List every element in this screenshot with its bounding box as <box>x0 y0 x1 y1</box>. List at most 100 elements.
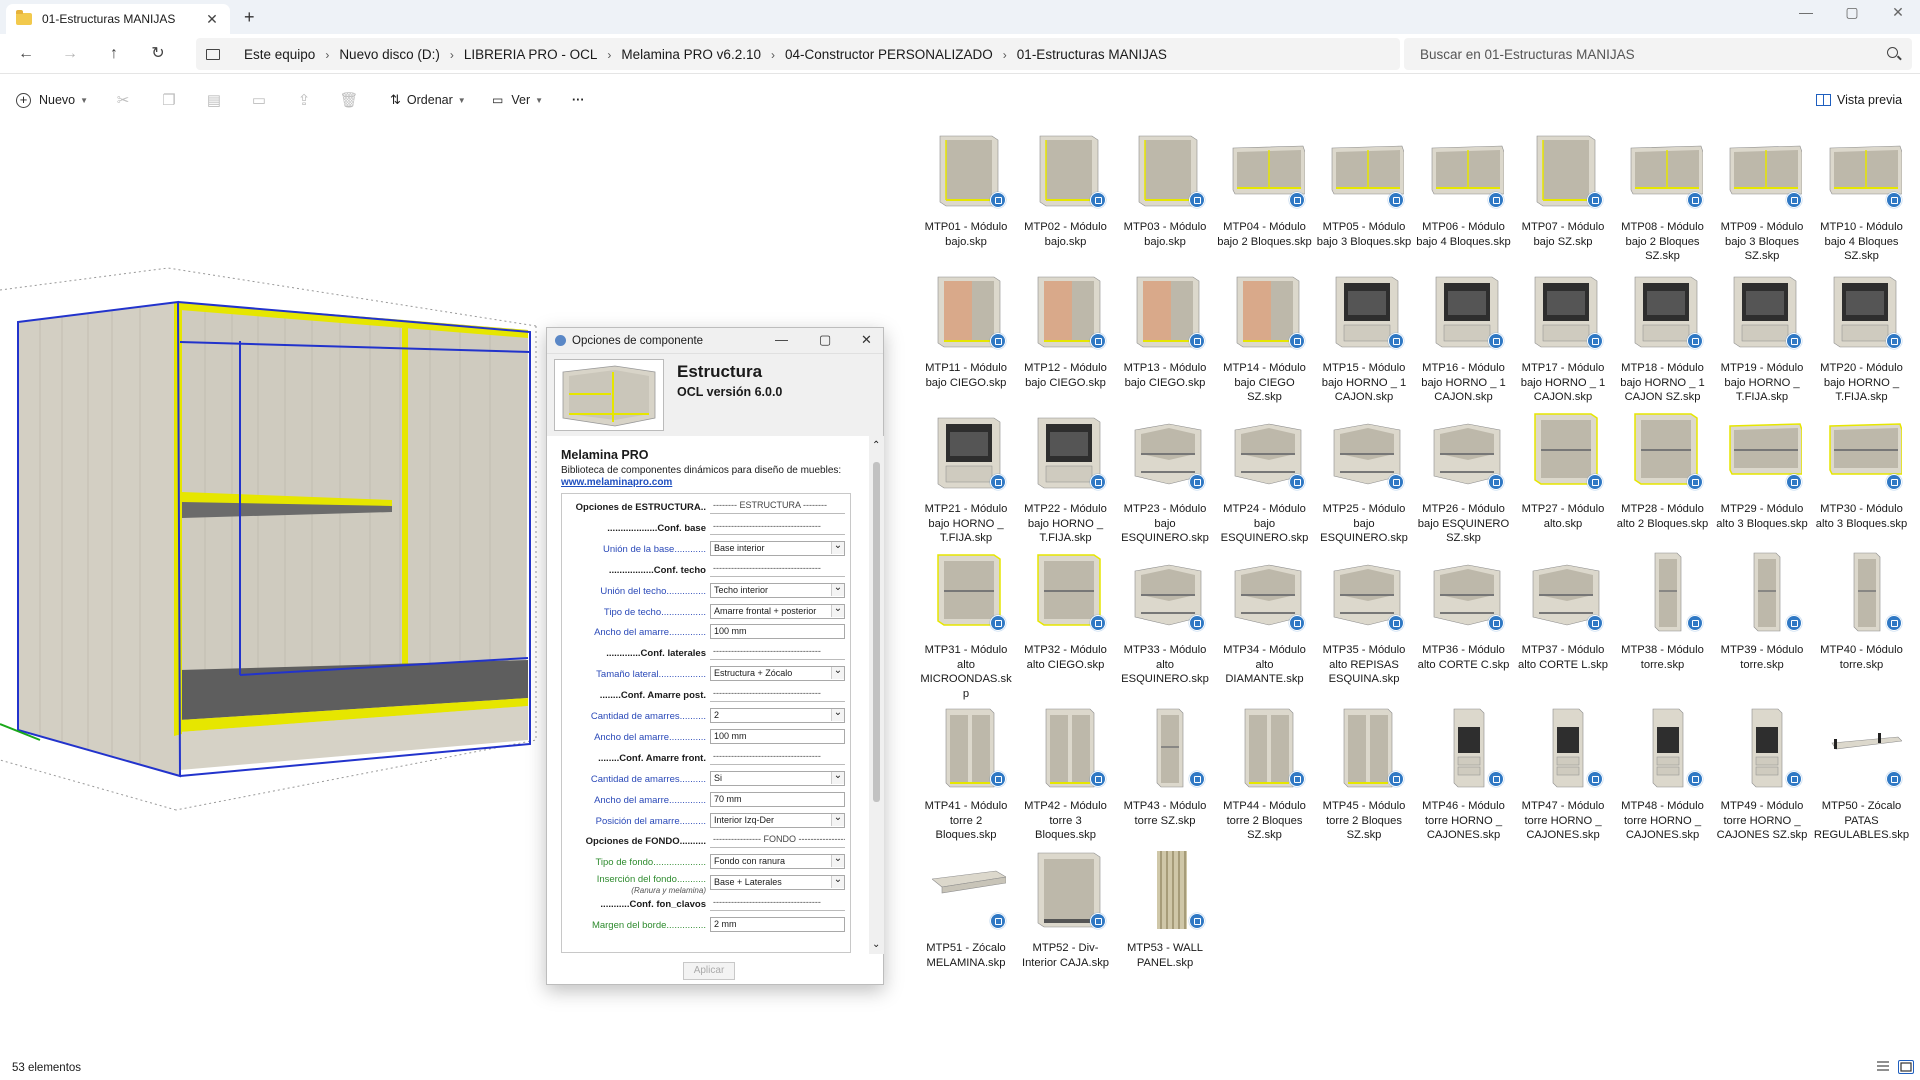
copy-icon[interactable]: ❐ <box>156 82 182 118</box>
file-item[interactable]: MTP38 - Módulo torre.skp <box>1615 549 1711 685</box>
file-item[interactable]: MTP21 - Módulo bajo HORNO _ T.FIJA.skp <box>918 408 1014 544</box>
dialog-minimize-button[interactable]: — <box>775 332 788 347</box>
search-input[interactable]: Buscar en 01-Estructuras MANIJAS <box>1404 38 1912 70</box>
file-item[interactable]: MTP19 - Módulo bajo HORNO _ T.FIJA.skp <box>1714 267 1810 403</box>
file-item[interactable]: MTP31 - Módulo alto MICROONDAS.skp <box>918 549 1014 700</box>
option-input[interactable]: 70 mm <box>710 791 845 807</box>
option-dropdown[interactable]: Fondo con ranura <box>710 854 845 870</box>
breadcrumb-separator-icon[interactable]: › <box>325 48 329 62</box>
file-item[interactable]: MTP35 - Módulo alto REPISAS ESQUINA.skp <box>1316 549 1412 685</box>
address-bar[interactable]: Este equipo › Nuevo disco (D:) › LIBRERIA PR… <box>196 38 1400 70</box>
file-item[interactable]: MTP20 - Módulo bajo HORNO _ T.FIJA.skp <box>1814 267 1910 403</box>
scroll-up-icon[interactable]: ⌃ <box>872 440 880 451</box>
file-item[interactable]: MTP34 - Módulo alto DIAMANTE.skp <box>1217 549 1313 685</box>
file-item[interactable]: MTP04 - Módulo bajo 2 Bloques.skp <box>1217 126 1313 262</box>
file-item[interactable]: MTP22 - Módulo bajo HORNO _ T.FIJA.skp <box>1018 408 1114 544</box>
dialog-maximize-button[interactable]: ▢ <box>819 332 831 348</box>
breadcrumb-item[interactable]: Este equipo <box>244 47 315 62</box>
file-item[interactable]: MTP09 - Módulo bajo 3 Bloques SZ.skp <box>1714 126 1810 262</box>
dialog-close-button[interactable]: ✕ <box>861 332 872 348</box>
up-arrow-icon[interactable]: ↑ <box>100 42 128 66</box>
file-item[interactable]: MTP12 - Módulo bajo CIEGO.skp <box>1018 267 1114 403</box>
file-item[interactable]: MTP01 - Módulo bajo.skp <box>918 126 1014 262</box>
back-arrow-icon[interactable]: ← <box>12 42 40 66</box>
file-item[interactable]: MTP08 - Módulo bajo 2 Bloques SZ.skp <box>1615 126 1711 262</box>
close-window-button[interactable]: ✕ <box>1878 4 1918 21</box>
file-item[interactable]: MTP53 - WALL PANEL.skp <box>1117 847 1213 983</box>
close-tab-icon[interactable]: ✕ <box>204 11 220 28</box>
sort-button[interactable]: ⇅ Ordenar ▼ <box>390 82 466 118</box>
breadcrumb-separator-icon[interactable]: › <box>1003 48 1007 62</box>
breadcrumb-item[interactable]: Melamina PRO v6.2.10 <box>621 47 761 62</box>
file-item[interactable]: MTP28 - Módulo alto 2 Bloques.skp <box>1615 408 1711 544</box>
file-item[interactable]: MTP02 - Módulo bajo.skp <box>1018 126 1114 262</box>
breadcrumb-separator-icon[interactable]: › <box>771 48 775 62</box>
file-item[interactable]: MTP30 - Módulo alto 3 Bloques.skp <box>1814 408 1910 544</box>
breadcrumb-item[interactable]: LIBRERIA PRO - OCL <box>464 47 598 62</box>
file-item[interactable]: MTP46 - Módulo torre HORNO _ CAJONES.skp <box>1416 705 1512 841</box>
scroll-down-icon[interactable]: ⌄ <box>872 939 880 950</box>
breadcrumb-item[interactable]: Nuevo disco (D:) <box>339 47 440 62</box>
folder-tab[interactable]: 01-Estructuras MANIJAS ✕ <box>6 4 230 34</box>
option-dropdown[interactable]: Base + Laterales <box>710 875 845 891</box>
option-input[interactable]: 100 mm <box>710 624 845 640</box>
file-item[interactable]: MTP47 - Módulo torre HORNO _ CAJONES.skp <box>1515 705 1611 841</box>
file-item[interactable]: MTP14 - Módulo bajo CIEGO SZ.skp <box>1217 267 1313 403</box>
file-item[interactable]: MTP41 - Módulo torre 2 Bloques.skp <box>918 705 1014 841</box>
file-item[interactable]: MTP26 - Módulo bajo ESQUINERO SZ.skp <box>1416 408 1512 544</box>
file-item[interactable]: MTP43 - Módulo torre SZ.skp <box>1117 705 1213 841</box>
file-item[interactable]: MTP48 - Módulo torre HORNO _ CAJONES.skp <box>1615 705 1711 841</box>
file-item[interactable]: MTP52 - Div-Interior CAJA.skp <box>1018 847 1114 983</box>
file-item[interactable]: MTP42 - Módulo torre 3 Bloques.skp <box>1018 705 1114 841</box>
file-item[interactable]: MTP39 - Módulo torre.skp <box>1714 549 1810 685</box>
rename-icon[interactable]: ▭ <box>246 82 272 118</box>
file-item[interactable]: MTP10 - Módulo bajo 4 Bloques SZ.skp <box>1814 126 1910 262</box>
breadcrumb-separator-icon[interactable]: › <box>450 48 454 62</box>
paste-icon[interactable]: ▤ <box>201 82 227 118</box>
option-dropdown[interactable]: Si <box>710 770 845 786</box>
options-scrollbar[interactable]: ⌃ ⌄ <box>869 436 884 954</box>
option-dropdown[interactable]: Estructura + Zócalo <box>710 666 845 682</box>
minimize-button[interactable]: — <box>1786 4 1826 20</box>
cut-icon[interactable]: ✂ <box>110 82 136 118</box>
file-item[interactable]: MTP11 - Módulo bajo CIEGO.skp <box>918 267 1014 403</box>
file-item[interactable]: MTP15 - Módulo bajo HORNO _ 1 CAJON.skp <box>1316 267 1412 403</box>
apply-button[interactable]: Aplicar <box>683 962 735 980</box>
file-item[interactable]: MTP37 - Módulo alto CORTE L.skp <box>1515 549 1611 685</box>
option-input[interactable]: 100 mm <box>710 728 845 744</box>
maximize-button[interactable]: ▢ <box>1832 4 1872 21</box>
file-item[interactable]: MTP17 - Módulo bajo HORNO _ 1 CAJON.skp <box>1515 267 1611 403</box>
option-dropdown[interactable]: Techo interior <box>710 582 845 598</box>
file-item[interactable]: MTP32 - Módulo alto CIEGO.skp <box>1018 549 1114 685</box>
preview-pane-button[interactable]: Vista previa <box>1816 82 1902 118</box>
new-button[interactable]: + Nuevo ▼ <box>16 82 88 118</box>
view-button[interactable]: ▭ Ver ▼ <box>492 82 543 118</box>
large-icons-view-icon[interactable] <box>1898 1060 1914 1074</box>
new-tab-button[interactable]: + <box>244 7 255 28</box>
forward-arrow-icon[interactable]: → <box>56 42 84 66</box>
file-item[interactable]: MTP33 - Módulo alto ESQUINERO.skp <box>1117 549 1213 685</box>
website-link[interactable]: www.melaminapro.com <box>561 477 672 488</box>
option-input[interactable]: 2 mm <box>710 917 845 932</box>
file-item[interactable]: MTP05 - Módulo bajo 3 Bloques.skp <box>1316 126 1412 262</box>
share-icon[interactable]: ⇪ <box>291 82 317 118</box>
file-item[interactable]: MTP27 - Módulo alto.skp <box>1515 408 1611 544</box>
file-item[interactable]: MTP06 - Módulo bajo 4 Bloques.skp <box>1416 126 1512 262</box>
breadcrumb-item[interactable]: 01-Estructuras MANIJAS <box>1017 47 1167 62</box>
file-item[interactable]: MTP50 - Zócalo PATAS REGULABLES.skp <box>1814 705 1910 841</box>
file-item[interactable]: MTP07 - Módulo bajo SZ.skp <box>1515 126 1611 262</box>
file-item[interactable]: MTP16 - Módulo bajo HORNO _ 1 CAJON.skp <box>1416 267 1512 403</box>
file-item[interactable]: MTP45 - Módulo torre 2 Bloques SZ.skp <box>1316 705 1412 841</box>
file-item[interactable]: MTP51 - Zócalo MELAMINA.skp <box>918 847 1014 983</box>
breadcrumb-item[interactable]: 04-Constructor PERSONALIZADO <box>785 47 993 62</box>
file-item[interactable]: MTP13 - Módulo bajo CIEGO.skp <box>1117 267 1213 403</box>
file-item[interactable]: MTP44 - Módulo torre 2 Bloques SZ.skp <box>1217 705 1313 841</box>
details-view-icon[interactable] <box>1876 1060 1892 1074</box>
scrollbar-thumb[interactable] <box>873 462 880 802</box>
breadcrumb-separator-icon[interactable]: › <box>607 48 611 62</box>
refresh-icon[interactable]: ↻ <box>144 42 172 66</box>
file-item[interactable]: MTP18 - Módulo bajo HORNO _ 1 CAJON SZ.s… <box>1615 267 1711 403</box>
file-item[interactable]: MTP24 - Módulo bajo ESQUINERO.skp <box>1217 408 1313 544</box>
file-item[interactable]: MTP49 - Módulo torre HORNO _ CAJONES SZ.… <box>1714 705 1810 841</box>
option-dropdown[interactable]: 2 <box>710 708 845 723</box>
